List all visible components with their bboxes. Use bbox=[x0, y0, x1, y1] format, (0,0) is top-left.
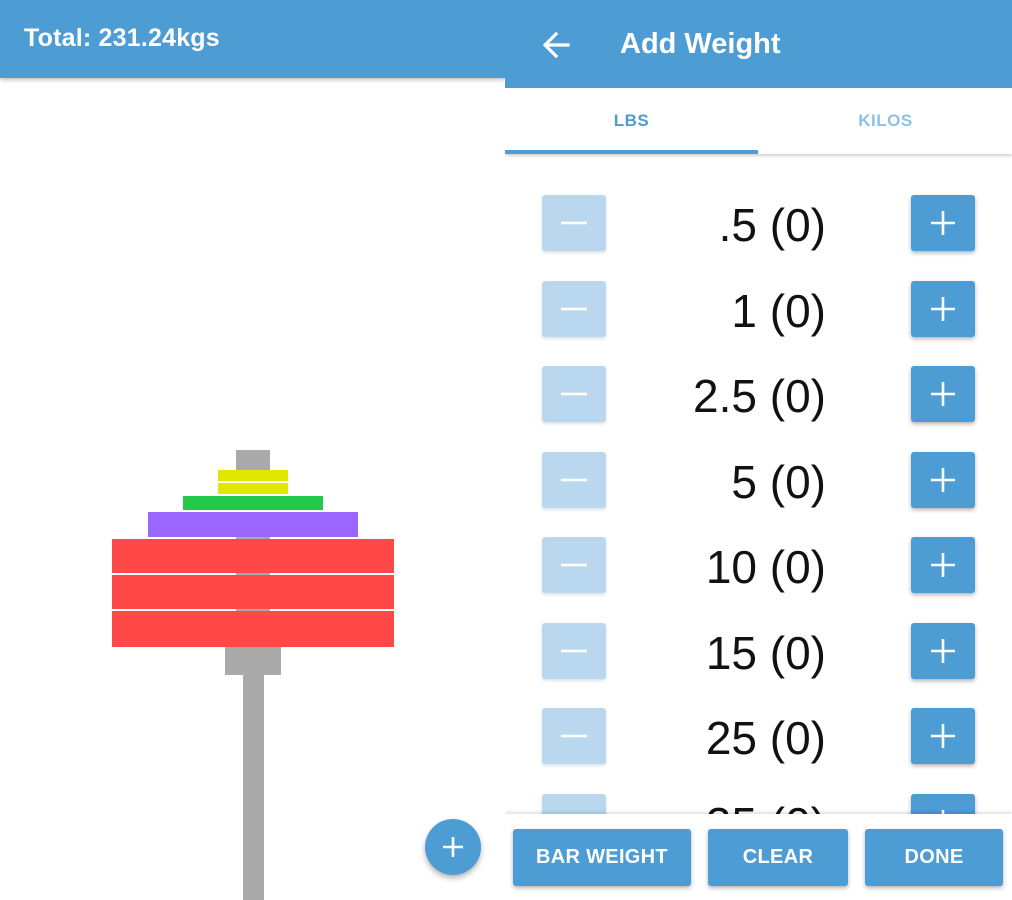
list-item: 2.5 (0) bbox=[505, 325, 1012, 422]
barbell-graphic bbox=[112, 450, 394, 900]
total-app-bar: Total: 231.24kgs bbox=[0, 0, 505, 78]
list-item: 10 (0) bbox=[505, 496, 1012, 593]
decrement-button[interactable] bbox=[542, 794, 606, 814]
minus-icon bbox=[561, 221, 587, 225]
add-weight-app-bar: Add Weight bbox=[505, 0, 1012, 88]
tab-indicator bbox=[505, 150, 758, 154]
plus-icon bbox=[443, 837, 463, 857]
action-bar: BAR WEIGHT CLEAR DONE bbox=[505, 814, 1012, 900]
minus-icon bbox=[561, 734, 587, 738]
clear-button[interactable]: CLEAR bbox=[708, 829, 848, 886]
add-plate-fab[interactable] bbox=[425, 819, 481, 875]
plus-icon bbox=[931, 724, 955, 748]
tab-lbs[interactable]: LBS bbox=[505, 88, 758, 154]
plus-icon bbox=[931, 297, 955, 321]
minus-icon bbox=[561, 563, 587, 567]
plate-red-3 bbox=[112, 611, 394, 647]
plate-red-1 bbox=[112, 539, 394, 573]
list-item: 5 (0) bbox=[505, 411, 1012, 508]
page-title: Add Weight bbox=[620, 28, 781, 60]
bar-collar bbox=[225, 647, 281, 675]
plate-yellow-2 bbox=[218, 483, 288, 494]
list-item: 25 (0) bbox=[505, 667, 1012, 764]
plus-icon bbox=[931, 382, 955, 406]
plate-yellow-1 bbox=[218, 470, 288, 481]
tab-kilos[interactable]: KILOS bbox=[759, 88, 1012, 154]
increment-button[interactable] bbox=[911, 794, 975, 814]
add-weight-panel: Add Weight LBS KILOS .5 (0) 1 (0) 2.5 (0… bbox=[505, 0, 1012, 900]
bar-shaft bbox=[243, 675, 264, 900]
bar-weight-button[interactable]: BAR WEIGHT bbox=[513, 829, 691, 886]
minus-icon bbox=[561, 392, 587, 396]
list-item: .5 (0) bbox=[505, 154, 1012, 251]
minus-icon bbox=[561, 478, 587, 482]
plate-count-label: 35 (0) bbox=[706, 797, 826, 814]
plus-icon bbox=[931, 553, 955, 577]
list-item: 1 (0) bbox=[505, 240, 1012, 337]
app: Total: 231.24kgs Add Weight LBS KILOS .5… bbox=[0, 0, 1012, 900]
plate-red-2 bbox=[112, 575, 394, 609]
unit-tabs: LBS KILOS bbox=[505, 88, 1012, 154]
back-button[interactable] bbox=[541, 30, 571, 60]
plus-icon bbox=[931, 211, 955, 235]
total-weight-title: Total: 231.24kgs bbox=[24, 24, 220, 52]
barbell-panel: Total: 231.24kgs bbox=[0, 0, 505, 900]
minus-icon bbox=[561, 649, 587, 653]
plate-green bbox=[183, 496, 323, 510]
plate-list: .5 (0) 1 (0) 2.5 (0) 5 (0) 10 (0) 15 (0)… bbox=[505, 154, 1012, 814]
plus-icon bbox=[931, 639, 955, 663]
list-item: 15 (0) bbox=[505, 582, 1012, 679]
list-item: 35 (0) bbox=[505, 753, 1012, 814]
plate-purple bbox=[148, 512, 358, 537]
arrow-left-icon bbox=[542, 31, 570, 59]
plus-icon bbox=[931, 468, 955, 492]
done-button[interactable]: DONE bbox=[865, 829, 1003, 886]
minus-icon bbox=[561, 307, 587, 311]
